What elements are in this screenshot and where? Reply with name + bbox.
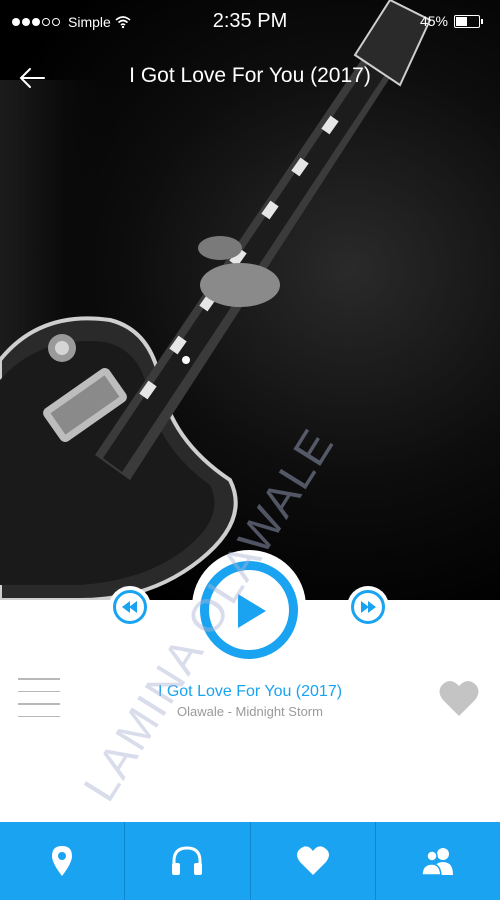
page-title: I Got Love For You (2017) <box>129 64 371 87</box>
users-icon <box>421 848 453 876</box>
fast-forward-button[interactable] <box>351 590 385 624</box>
battery-icon <box>454 14 483 28</box>
heart-icon <box>296 846 329 875</box>
song-artist-album: Olawale - Midnight Storm <box>177 704 323 719</box>
rewind-button[interactable] <box>113 590 147 624</box>
battery-indicator: 45% <box>419 13 483 29</box>
headphones-icon <box>172 846 203 875</box>
location-pin-icon <box>52 846 73 876</box>
status-bar: Simple 2:35 PM 45% <box>0 0 500 44</box>
tab-friends[interactable] <box>376 822 500 900</box>
song-title: I Got Love For You (2017) <box>157 683 343 700</box>
battery-percent: 45% <box>419 13 448 29</box>
bottom-tab-bar <box>0 822 500 900</box>
tab-favorites[interactable] <box>251 822 376 900</box>
favorite-heart-icon[interactable] <box>438 678 480 718</box>
tab-location[interactable] <box>0 822 126 900</box>
fast-forward-icon <box>361 601 376 613</box>
rewind-icon <box>122 601 137 613</box>
tab-music[interactable] <box>125 822 251 900</box>
